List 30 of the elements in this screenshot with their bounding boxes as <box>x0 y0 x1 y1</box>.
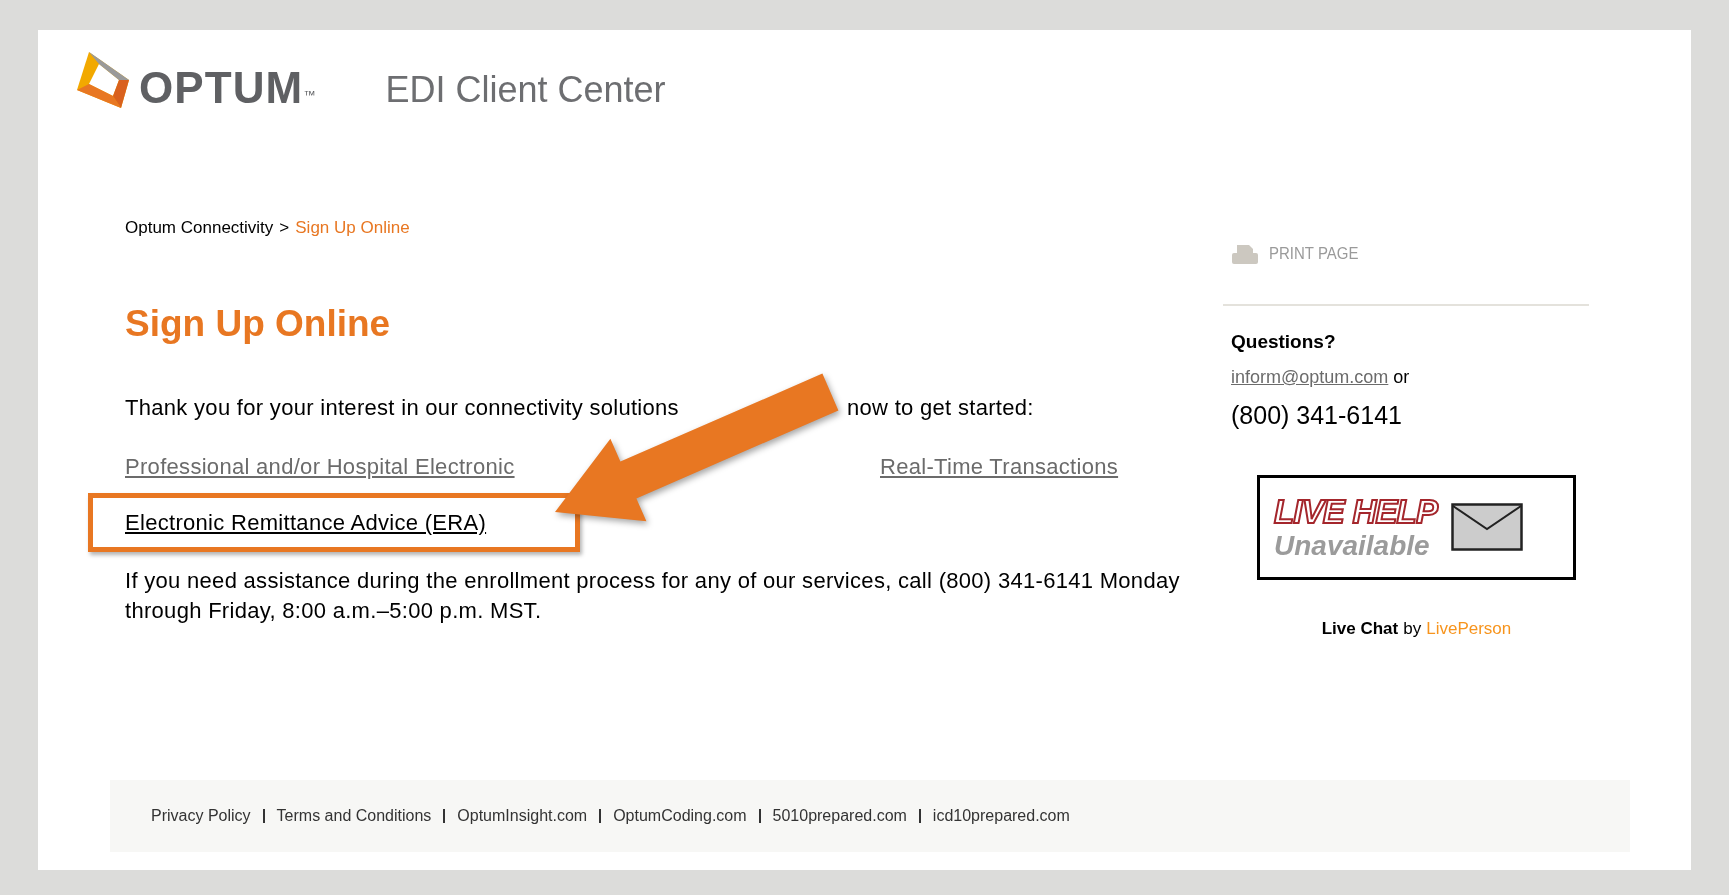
footer-link[interactable]: OptumCoding.com <box>613 804 747 828</box>
intro-text: Thank you for your interest in our connectivity solutions <box>125 394 679 420</box>
footer-link[interactable]: icd10prepared.com <box>932 804 1070 828</box>
breadcrumb-item[interactable]: Optum Connectivity <box>125 215 274 241</box>
enrollment-link[interactable]: Professional and/or Hospital Electronic <box>125 453 515 479</box>
footer-link[interactable]: 5010prepared.com <box>772 804 907 828</box>
printer-icon <box>1231 243 1259 266</box>
enrollment-link[interactable]: Real-Time Transactions <box>880 453 1119 479</box>
breadcrumb-item: Sign Up Online <box>295 217 410 239</box>
live-chat-label: Live Chat <box>1321 617 1399 640</box>
or-text: or <box>1393 366 1410 389</box>
assistance-text: If you need assistance during the enrollment process for any of our services, call (800) 341-6141 Monday through Friday, 8:00 a.m.–5:00 p.m. MST. <box>125 566 1181 625</box>
page-heading: Sign Up Online <box>125 301 392 346</box>
trademark: ™ <box>303 87 316 104</box>
breadcrumb-separator: > <box>279 217 290 239</box>
footer-link[interactable]: OptumInsight.com <box>457 804 588 828</box>
live-help-label: LIVE HELP <box>1274 494 1438 528</box>
enrollment-link[interactable]: Electronic Remittance Advice (ERA) <box>125 509 487 535</box>
footer-link[interactable]: Terms and Conditions <box>276 804 432 828</box>
intro-text: now to get started: <box>847 393 1034 422</box>
site-title: EDI Client Center <box>385 72 666 108</box>
live-help-button[interactable]: LIVE HELP Unavailable <box>1257 474 1576 580</box>
availability-status: Unavailable <box>1274 531 1430 560</box>
by-text: by <box>1403 617 1422 640</box>
logo-wordmark: OPTUM <box>139 66 304 110</box>
phone-number: (800) 341-6141 <box>1230 400 1403 431</box>
email-link[interactable]: inform@optum.com <box>1231 364 1389 391</box>
questions-label: Questions? <box>1230 329 1337 354</box>
footer-link[interactable]: Privacy Policy <box>151 804 251 828</box>
envelope-icon <box>1451 503 1524 551</box>
